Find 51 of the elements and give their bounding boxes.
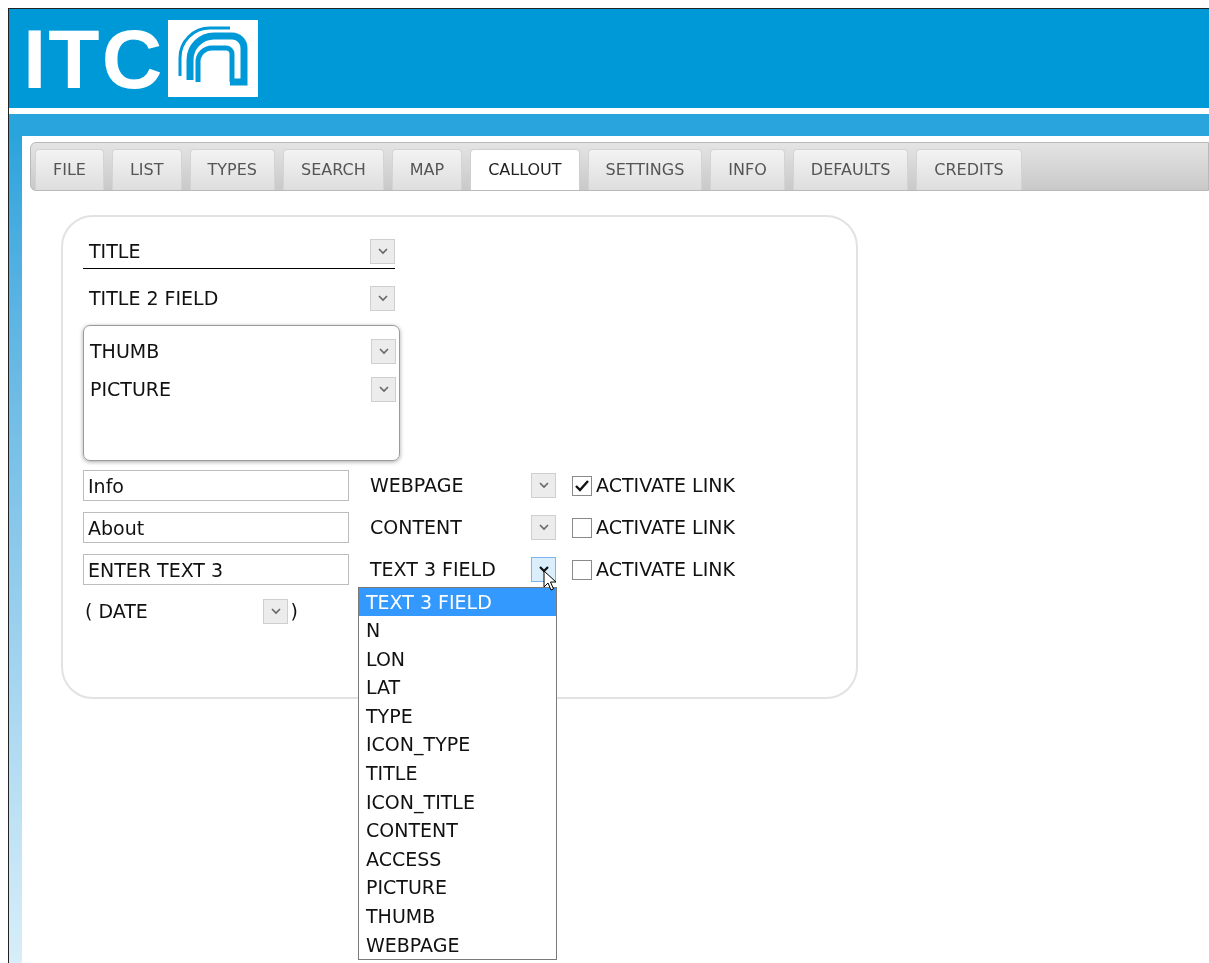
dropdown-option[interactable]: ICON_TITLE bbox=[359, 787, 556, 817]
text-input[interactable]: ENTER TEXT 3 bbox=[83, 554, 349, 585]
chevron-down-icon bbox=[378, 385, 389, 393]
close-parenthesis: ) bbox=[290, 599, 298, 625]
check-icon bbox=[575, 479, 589, 492]
tab[interactable]: CALLOUT bbox=[470, 149, 580, 190]
chevron-down-icon bbox=[538, 524, 549, 531]
dropdown-option[interactable]: TITLE bbox=[359, 759, 556, 788]
checkbox-label: ACTIVATE LINK bbox=[596, 515, 735, 541]
select-field[interactable]: TITLE bbox=[83, 235, 395, 269]
checkbox[interactable] bbox=[572, 559, 592, 580]
select-field[interactable]: CONTENT bbox=[364, 510, 556, 545]
chevron-down-icon bbox=[377, 294, 388, 302]
text-input[interactable]: About bbox=[83, 512, 349, 543]
dropdown-option[interactable]: ACCESS bbox=[359, 844, 556, 874]
select-field[interactable]: DATE bbox=[92, 594, 289, 629]
select-field[interactable]: WEBPAGE bbox=[364, 468, 556, 503]
logo-icon bbox=[168, 20, 259, 97]
select-field[interactable]: TITLE 2 FIELD bbox=[83, 281, 395, 315]
tab[interactable]: SETTINGS bbox=[587, 149, 703, 190]
tab[interactable]: LIST bbox=[111, 149, 182, 190]
chevron-down-icon bbox=[538, 482, 549, 489]
dropdown-option[interactable]: THUMB bbox=[359, 902, 556, 931]
dropdown-option[interactable]: CONTENT bbox=[359, 816, 556, 845]
chevron-down-icon bbox=[378, 347, 389, 355]
chevron-down-icon bbox=[377, 248, 388, 255]
open-parenthesis: ( bbox=[85, 599, 93, 625]
dropdown-option[interactable]: N bbox=[359, 616, 556, 645]
tab[interactable]: CREDITS bbox=[916, 149, 1022, 190]
select-field[interactable]: THUMB bbox=[84, 334, 396, 368]
chevron-down-icon bbox=[270, 608, 281, 615]
logo-text: ITC bbox=[23, 16, 165, 101]
text-input[interactable]: Info bbox=[83, 470, 349, 501]
checkbox[interactable] bbox=[572, 475, 592, 496]
tab[interactable]: TYPES bbox=[189, 149, 275, 190]
dropdown-option[interactable]: ICON_TYPE bbox=[359, 730, 556, 760]
dropdown-option[interactable]: TYPE bbox=[359, 701, 556, 731]
checkbox-label: ACTIVATE LINK bbox=[596, 473, 735, 499]
dropdown-option[interactable]: WEBPAGE bbox=[359, 930, 556, 960]
tab[interactable]: SEARCH bbox=[283, 149, 384, 190]
dropdown-option[interactable]: LON bbox=[359, 644, 556, 674]
tab[interactable]: INFO bbox=[710, 149, 785, 190]
dropdown-option[interactable]: LAT bbox=[359, 673, 556, 702]
tab[interactable]: MAP bbox=[391, 149, 463, 190]
dropdown-option[interactable]: PICTURE bbox=[359, 873, 556, 903]
chevron-down-icon bbox=[538, 566, 549, 573]
tab[interactable]: DEFAULTS bbox=[792, 149, 909, 190]
select-field[interactable]: PICTURE bbox=[84, 372, 396, 406]
tab[interactable]: FILE bbox=[35, 149, 104, 190]
checkbox[interactable] bbox=[572, 517, 592, 538]
checkbox-label: ACTIVATE LINK bbox=[596, 557, 735, 583]
